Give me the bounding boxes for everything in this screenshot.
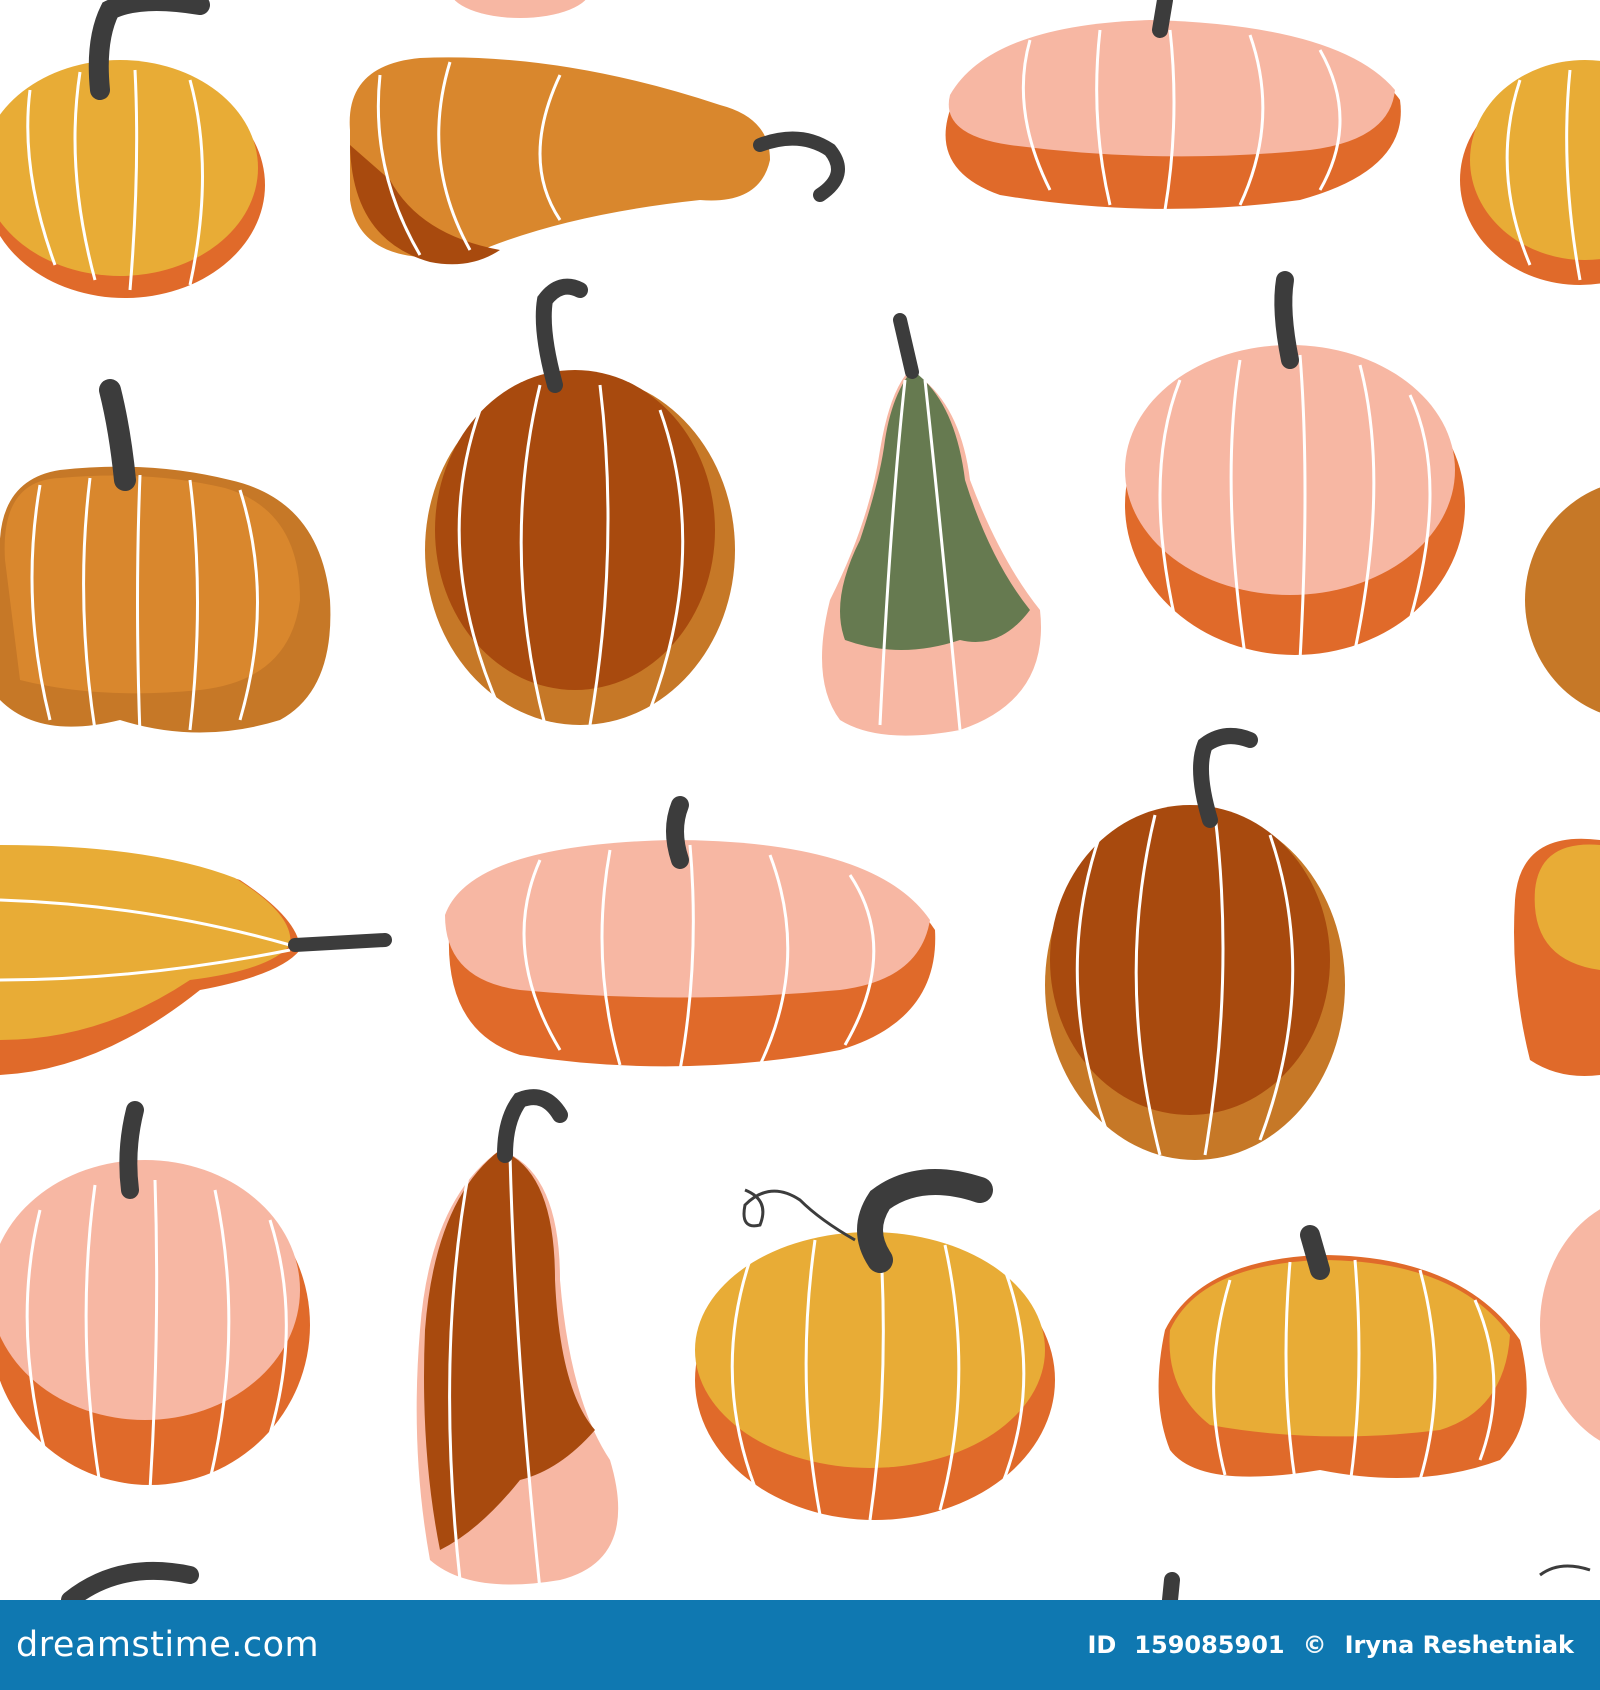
- image-credit: ID 159085901 © Iryna Reshetniak: [1087, 1631, 1574, 1659]
- orange-pumpkin-right-edge: [1514, 838, 1600, 1076]
- author-name: Iryna Reshetniak: [1344, 1631, 1574, 1659]
- brand-name: dreamstime.com: [16, 1625, 320, 1665]
- image-id: 159085901: [1134, 1631, 1285, 1659]
- id-label: ID: [1087, 1631, 1117, 1659]
- pumpkin-pattern-illustration: [0, 0, 1600, 1600]
- stock-footer-bar: dreamstime.com ID 159085901 © Iryna Resh…: [0, 1600, 1600, 1690]
- copyright-separator: ©: [1302, 1631, 1327, 1659]
